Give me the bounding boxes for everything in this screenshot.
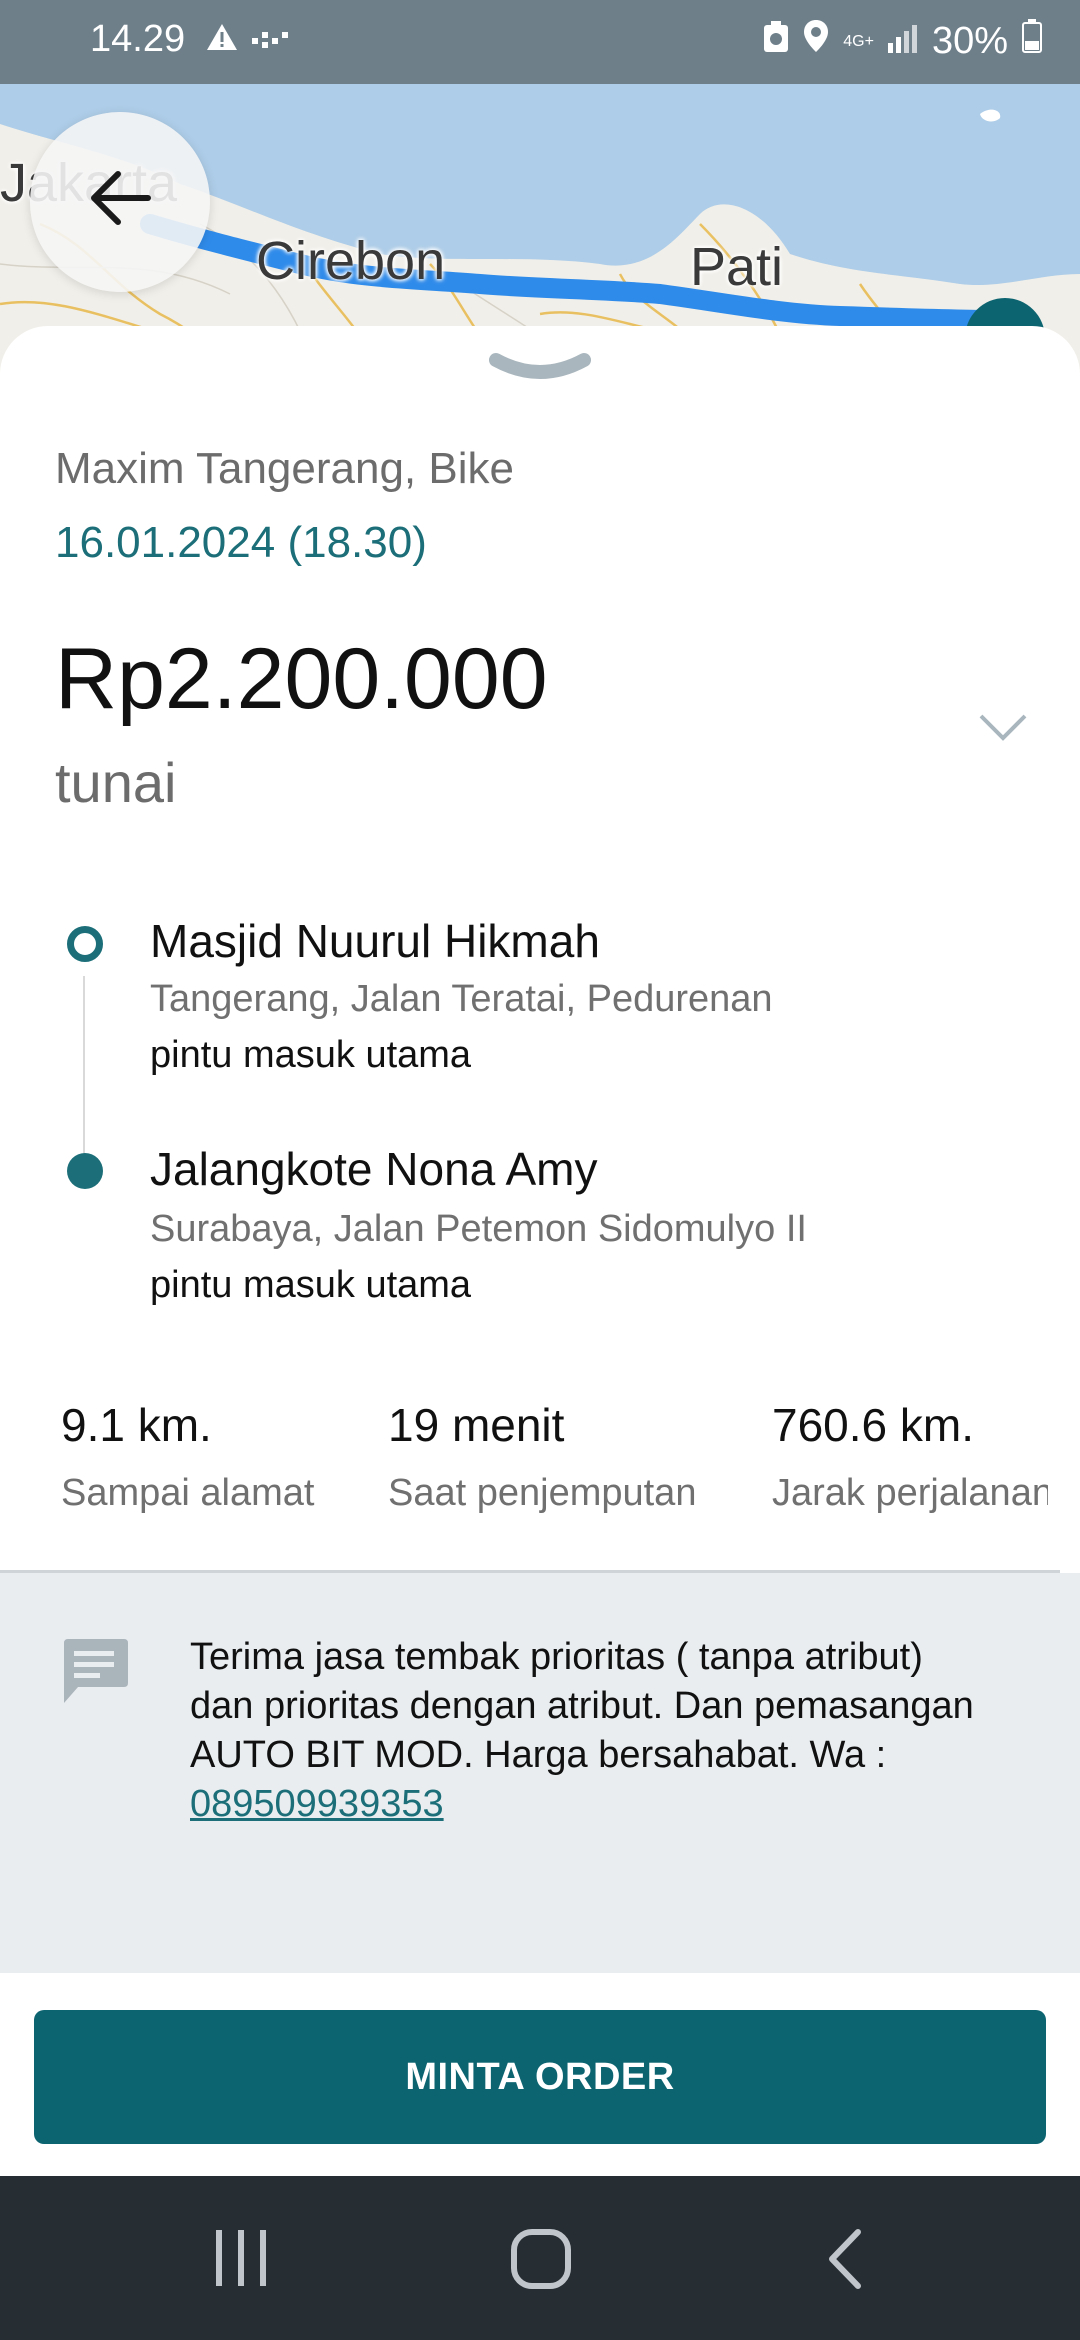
stat-pickup-time-label: Saat penjemputan <box>388 1472 697 1514</box>
pickup-note: pintu masuk utama <box>150 1034 472 1076</box>
stat-pickup-time-value: 19 menit <box>388 1399 565 1451</box>
dropoff-title: Jalangkote Nona Amy <box>150 1143 598 1195</box>
home-icon[interactable] <box>510 2228 572 2295</box>
back-nav-icon[interactable] <box>824 2228 864 2295</box>
order-details-sheet: Maxim Tangerang, Bike 16.01.2024 (18.30)… <box>0 326 1080 2176</box>
dropoff-address: Surabaya, Jalan Petemon Sidomulyo II <box>150 1208 807 1250</box>
dropoff-note: pintu masuk utama <box>150 1264 472 1306</box>
status-bar: 14.29 4G+ 30% <box>0 0 1080 84</box>
status-time: 14.29 <box>90 18 186 60</box>
system-nav-bar <box>0 2176 1080 2340</box>
signal-icon <box>887 20 918 63</box>
location-icon <box>803 19 829 63</box>
stat-trip-distance-value: 760.6 km. <box>772 1399 974 1451</box>
pickup-address: Tangerang, Jalan Teratai, Pedurenan <box>150 978 773 1020</box>
stat-distance-to-pickup-label: Sampai alamat <box>61 1472 315 1514</box>
order-price: Rp2.200.000 <box>55 631 548 727</box>
battery-percent: 30% <box>931 19 1008 62</box>
payment-method: tunai <box>55 751 177 814</box>
comment-phone-link[interactable]: 089509939353 <box>190 1783 444 1825</box>
stat-distance-to-pickup-value: 9.1 km. <box>61 1399 212 1451</box>
request-order-button[interactable]: MINTA ORDER <box>34 2010 1046 2144</box>
pickup-title: Masjid Nuurul Hikmah <box>150 915 600 967</box>
comment-body: Terima jasa tembak prioritas ( tanpa atr… <box>190 1636 974 1776</box>
route-connector <box>83 976 85 1174</box>
map-label-cirebon: Cirebon <box>256 231 446 291</box>
network-type: 4G+ <box>843 32 874 50</box>
service-name: Maxim Tangerang, Bike <box>55 444 514 493</box>
notification-dots-icon <box>252 30 292 53</box>
recycle-icon <box>763 20 789 63</box>
status-right-group: 4G+ 30% <box>763 16 1042 66</box>
comment-text: Terima jasa tembak prioritas ( tanpa atr… <box>190 1633 990 1829</box>
arrow-left-icon <box>91 171 151 225</box>
comment-panel: Terima jasa tembak prioritas ( tanpa atr… <box>0 1573 1080 1973</box>
comment-icon <box>58 1635 130 1712</box>
map-label-pati: Pati <box>690 237 784 297</box>
dropoff-marker-icon <box>67 1153 103 1189</box>
order-datetime: 16.01.2024 (18.30) <box>55 518 427 567</box>
battery-icon <box>1022 19 1042 63</box>
pickup-marker-icon <box>67 926 103 962</box>
back-button[interactable] <box>30 112 210 292</box>
stat-trip-distance-label: Jarak perjalanan <box>772 1472 1048 1514</box>
warning-icon <box>205 22 239 57</box>
collapse-handle-icon[interactable] <box>488 350 592 391</box>
chevron-down-icon[interactable] <box>978 712 1028 747</box>
recent-apps-icon[interactable] <box>212 2228 272 2293</box>
